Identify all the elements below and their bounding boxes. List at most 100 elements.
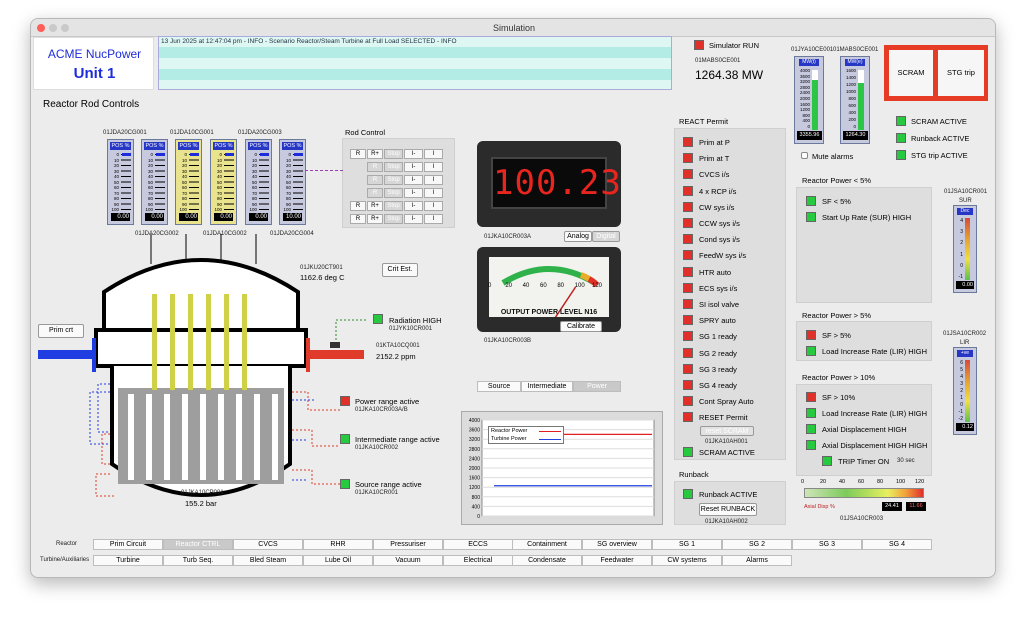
analog-meter-tag: 01JKA10CR003B: [484, 338, 532, 344]
rod-btn-iminus[interactable]: I-: [404, 162, 423, 172]
nav-tab-sg-3[interactable]: SG 3: [792, 539, 862, 550]
rod-btn-i[interactable]: I: [424, 149, 443, 159]
turbine-nav-label: Turbine/Auxiliaries: [40, 557, 90, 563]
rod-btn-iminus[interactable]: I-: [404, 201, 423, 211]
source-range-label: Source range active: [355, 480, 422, 489]
rod-btn-i[interactable]: I: [424, 162, 443, 172]
rod-btn-stop[interactable]: Stop: [384, 201, 403, 211]
rod-btn-iminus[interactable]: I-: [404, 149, 423, 159]
rod-btn-stop[interactable]: Stop: [384, 175, 403, 185]
permit-indicator: [683, 137, 693, 147]
nav-tab-sg-4[interactable]: SG 4: [862, 539, 932, 550]
power-range-indicator: [340, 396, 350, 406]
nav-tab-eccs[interactable]: ECCS: [443, 539, 513, 550]
rod-btn-i[interactable]: I: [424, 175, 443, 185]
nav-tab-cw-systems[interactable]: CW systems: [652, 555, 722, 566]
close-window-button[interactable]: [37, 24, 45, 32]
nav-tab-cvcs[interactable]: CVCS: [233, 539, 303, 550]
rod-btn-rplus[interactable]: R+: [367, 201, 383, 211]
range-tab-power[interactable]: Power: [573, 381, 621, 392]
reset-scram-button[interactable]: reset SCRAM: [700, 426, 754, 436]
zoom-window-button[interactable]: [61, 24, 69, 32]
calibrate-button[interactable]: Calibrate: [560, 321, 602, 332]
nav-tab-sg-1[interactable]: SG 1: [652, 539, 722, 550]
rod-btn-i[interactable]: I: [424, 201, 443, 211]
y-tick-label: 400: [472, 504, 481, 510]
nav-tab-sg-overview[interactable]: SG overview: [582, 539, 652, 550]
mute-alarms-checkbox[interactable]: [801, 152, 808, 159]
scale-tick: 1600: [799, 101, 810, 107]
runback-title: Runback: [679, 470, 709, 479]
rod-gauge-scale: 0 10 20 30 40 50 60 70 80 90 100: [143, 152, 153, 212]
rod-btn-r-disabled[interactable]: R: [367, 188, 383, 198]
crit-est-button[interactable]: Crit Est.: [382, 263, 418, 277]
scale-tick: 4: [960, 218, 963, 224]
range-tab-source[interactable]: Source: [477, 381, 521, 392]
rod-btn-stop[interactable]: Stop: [384, 162, 403, 172]
nav-tab-vacuum[interactable]: Vacuum: [373, 555, 443, 566]
lir-gt5-indicator: [806, 346, 816, 356]
sf-gt5-indicator: [806, 330, 816, 340]
minimize-window-button[interactable]: [49, 24, 57, 32]
axial-tag: 01JSA10CR003: [840, 516, 884, 522]
rod-btn-iminus[interactable]: I-: [404, 188, 423, 198]
scale-tick: 0: [853, 124, 856, 129]
scale-tick: 400: [802, 118, 810, 124]
rod-btn-iminus[interactable]: I-: [404, 214, 423, 224]
rod-btn-i[interactable]: I: [424, 188, 443, 198]
rod-btn-iminus[interactable]: I-: [404, 175, 423, 185]
scram-button[interactable]: SCRAM: [889, 50, 933, 96]
nav-tab-lube-oil[interactable]: Lube Oil: [303, 555, 373, 566]
nav-tab-electrical[interactable]: Electrical: [443, 555, 513, 566]
lir-gauge-tag: 01JSA10CR002: [943, 331, 987, 337]
stg-trip-button[interactable]: STG trip: [938, 50, 984, 96]
rod-btn-stop[interactable]: Stop: [384, 149, 403, 159]
rod-btn-r-disabled[interactable]: R: [367, 175, 383, 185]
nav-tab-turbine[interactable]: Turbine: [93, 555, 163, 566]
rod-position-pointer: [190, 153, 199, 156]
scale-tick: -1: [958, 409, 963, 415]
stg-trip-active-label: STG trip ACTIVE: [911, 151, 968, 160]
reset-scram-tag: 01JKA10AH001: [705, 439, 748, 445]
nav-tab-reactor-ctrl[interactable]: Reactor CTRL: [163, 539, 233, 550]
reset-runback-button[interactable]: Reset RUNBACK: [699, 503, 757, 516]
analog-toggle-button[interactable]: Analog: [564, 231, 592, 242]
rod-btn-r[interactable]: R: [350, 149, 366, 159]
y-tick-label: 2800: [469, 447, 480, 453]
rod-btn-r-disabled[interactable]: R: [367, 162, 383, 172]
rod-gauge-ticks: [121, 154, 131, 210]
nav-tab-rhr[interactable]: RHR: [303, 539, 373, 550]
gauge-scale: 4 3 2 1 0 -1: [955, 218, 963, 280]
nav-tab-bled-steam[interactable]: Bled Steam: [233, 555, 303, 566]
nav-tab-pressuriser[interactable]: Pressuriser: [373, 539, 443, 550]
rod-btn-r[interactable]: R: [350, 201, 366, 211]
nav-tab-turb-seq-[interactable]: Turb Seq.: [163, 555, 233, 566]
rod-btn-i[interactable]: I: [424, 214, 443, 224]
rod-btn-stop[interactable]: Stop: [384, 188, 403, 198]
nav-tab-feedwater[interactable]: Feedwater: [582, 555, 652, 566]
rod-btn-r[interactable]: R: [350, 214, 366, 224]
rp-lt5-panel: [796, 187, 932, 303]
nav-tab-alarms[interactable]: Alarms: [722, 555, 792, 566]
y-tick-label: 3200: [469, 437, 480, 443]
nav-tab-sg-2[interactable]: SG 2: [722, 539, 792, 550]
rod-btn-stop[interactable]: Stop: [384, 214, 403, 224]
rod-position-value: 0.00: [214, 213, 233, 221]
rod-position-gauge: POS % 0 10 20 30 40 50 60 70 80 90 100 0.00: [175, 139, 202, 225]
nav-tab-condensate[interactable]: Condensate: [512, 555, 582, 566]
scale-tick: 100: [574, 283, 585, 289]
range-tab-intermediate[interactable]: Intermediate: [521, 381, 573, 392]
rod-btn-rplus[interactable]: R+: [367, 149, 383, 159]
event-log[interactable]: 13 Jun 2025 at 12:47:04 pm - INFO - Scen…: [158, 36, 672, 90]
nav-tab-prim-circuit[interactable]: Prim Circuit: [93, 539, 163, 550]
rod-position-gauge: POS % 0 10 20 30 40 50 60 70 80 90 100 0.00: [210, 139, 237, 225]
scale-tick: 1000: [845, 89, 856, 94]
nav-tab-containment[interactable]: Containment: [512, 539, 582, 550]
prim-crt-button[interactable]: Prim crt: [38, 324, 84, 338]
permit-indicator: [683, 266, 693, 277]
digital-toggle-button[interactable]: Digital: [592, 231, 620, 242]
gauge-scale: 6 5 4 3 2 1 0 -1 -2: [955, 360, 963, 422]
rod-gauge-header: POS %: [213, 142, 234, 150]
rod-btn-rplus[interactable]: R+: [367, 214, 383, 224]
thermal-power-gauge: MW(t) 4000 3600 3200 2800 2400 2000 1600 1200 80…: [794, 56, 824, 144]
